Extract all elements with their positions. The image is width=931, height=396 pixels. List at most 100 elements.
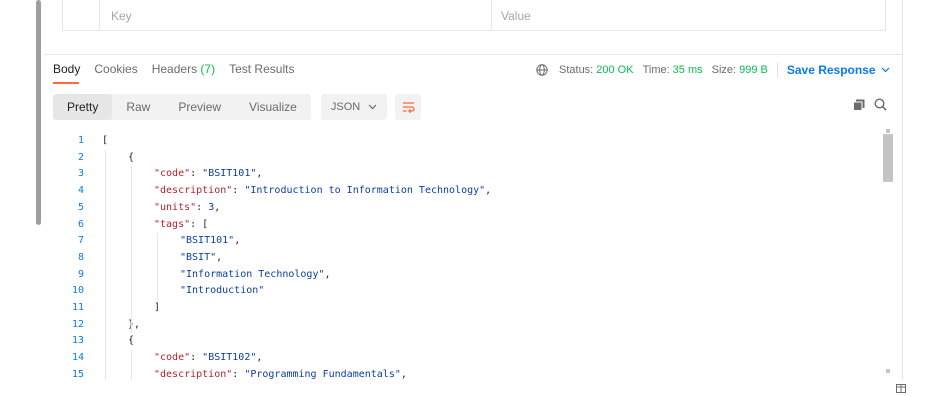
column-divider — [99, 0, 100, 31]
wrap-lines-button[interactable] — [395, 94, 422, 120]
indent-guide — [105, 149, 106, 380]
tab-body[interactable]: Body — [53, 62, 80, 82]
json-string: "BSIT101" — [180, 235, 235, 247]
code-line[interactable]: 8 "BSIT", — [44, 250, 874, 267]
response-toolbar: Pretty Raw Preview Visualize JSON — [53, 94, 422, 120]
response-body-editor[interactable]: 1[2{3 "code": "BSIT101", 4 "description": "… — [44, 128, 902, 380]
json-punctuation: , — [216, 251, 223, 263]
editor-actions — [853, 98, 887, 111]
save-response-label: Save Response — [786, 63, 876, 77]
key-placeholder[interactable]: Key — [111, 9, 132, 23]
code-line[interactable]: 12}, — [44, 317, 874, 334]
line-number: 13 — [71, 335, 84, 347]
json-string: "BSIT102" — [202, 352, 257, 364]
json-punctuation: { — [128, 151, 135, 163]
view-mode-group: Pretty Raw Preview Visualize — [53, 94, 311, 120]
panel-border — [902, 0, 903, 380]
column-divider — [491, 0, 492, 31]
code-line[interactable]: 5 "units": 3, — [44, 200, 874, 217]
view-raw-button[interactable]: Raw — [112, 94, 164, 120]
code-line[interactable]: 9 "Information Technology", — [44, 267, 874, 284]
code-text: "BSIT", — [180, 250, 222, 267]
code-text: [ — [102, 133, 108, 150]
json-key: "code" — [154, 168, 191, 180]
code-text: "units": 3, — [154, 200, 220, 217]
json-punctuation: : — [190, 352, 203, 364]
code-text: ] — [154, 300, 160, 317]
line-number: 5 — [77, 201, 84, 213]
save-response-button[interactable]: Save Response — [787, 63, 890, 77]
code-text: "Information Technology", — [180, 267, 331, 284]
code-line[interactable]: 4 "description": "Introduction to Informa… — [44, 183, 874, 200]
time-value[interactable]: 35 ms — [673, 64, 703, 76]
json-string: "Programming Fundamentals" — [244, 368, 401, 380]
code-line[interactable]: 7 "BSIT101", — [44, 233, 874, 250]
format-select[interactable]: JSON — [320, 94, 388, 120]
view-visualize-button[interactable]: Visualize — [235, 94, 311, 120]
code-line[interactable]: 2{ — [44, 150, 874, 167]
view-preview-button[interactable]: Preview — [164, 94, 235, 120]
code-text: { — [128, 333, 134, 350]
headers-count: (7) — [200, 62, 216, 76]
view-pretty-button[interactable]: Pretty — [53, 94, 113, 120]
size-value[interactable]: 999 B — [739, 64, 768, 76]
json-punctuation: , — [234, 235, 241, 247]
json-punctuation: [ — [102, 135, 109, 146]
json-punctuation: , — [214, 201, 221, 213]
indent-guide — [157, 233, 158, 300]
globe-icon[interactable] — [536, 64, 548, 76]
json-string: "Introduction" — [180, 285, 265, 297]
chevron-down-icon — [368, 104, 377, 110]
tab-cookies[interactable]: Cookies — [94, 62, 137, 82]
code-line[interactable]: 11] — [44, 300, 874, 317]
line-number: 6 — [77, 218, 84, 230]
code-line[interactable]: 3 "code": "BSIT101", — [44, 166, 874, 183]
json-string: "BSIT101" — [202, 168, 257, 180]
status-bar-icons — [896, 384, 906, 393]
json-punctuation: , — [400, 368, 407, 380]
scroll-up-arrow[interactable] — [886, 129, 890, 133]
copy-icon[interactable] — [853, 99, 865, 111]
json-punctuation: { — [128, 335, 135, 347]
json-string: "Information Technology" — [180, 268, 325, 280]
line-number: 14 — [71, 352, 84, 364]
response-tabs: Body Cookies Headers (7) Test Results — [53, 62, 294, 82]
tab-test-results[interactable]: Test Results — [229, 62, 294, 82]
json-key: "description" — [154, 185, 233, 197]
scroll-down-arrow[interactable] — [886, 369, 890, 373]
json-punctuation: : — [196, 201, 209, 213]
json-string: "BSIT" — [180, 251, 217, 263]
status-value[interactable]: 200 OK — [596, 64, 633, 76]
editor-scroll-thumb[interactable] — [883, 134, 893, 182]
status-label: Status: — [559, 64, 594, 76]
line-number: 10 — [71, 285, 84, 297]
line-number: 8 — [77, 251, 84, 263]
json-punctuation: }, — [128, 318, 141, 330]
json-punctuation: : — [232, 185, 245, 197]
layout-icon[interactable] — [896, 384, 906, 393]
json-punctuation: : — [232, 368, 245, 380]
value-placeholder[interactable]: Value — [501, 9, 531, 23]
code-line[interactable]: 13 { — [44, 333, 874, 350]
code-line[interactable]: 6 "tags": [ — [44, 217, 874, 234]
search-icon[interactable] — [874, 98, 887, 111]
json-punctuation: ] — [154, 302, 161, 313]
time-label: Time: — [642, 64, 670, 76]
code-line[interactable]: 10 "Introduction" — [44, 283, 874, 300]
divider — [44, 54, 902, 55]
code-line[interactable]: 14 "code": "BSIT102", — [44, 350, 874, 367]
tab-headers[interactable]: Headers (7) — [152, 62, 215, 82]
code-text: "code": "BSIT102", — [154, 350, 262, 367]
chevron-down-icon — [881, 67, 889, 73]
json-punctuation: , — [256, 352, 263, 364]
format-select-value: JSON — [330, 101, 361, 113]
line-number: 15 — [71, 368, 84, 380]
code-text: "tags": [ — [154, 217, 208, 234]
json-key: "description" — [154, 368, 233, 380]
code-line[interactable]: 1[ — [44, 133, 874, 150]
code-line[interactable]: 15 "description": "Programming Fundamenta… — [44, 367, 874, 380]
line-number: 2 — [77, 151, 84, 163]
line-number: 4 — [77, 185, 84, 197]
page-scrollbar[interactable] — [36, 0, 41, 225]
indent-guide — [131, 350, 132, 380]
